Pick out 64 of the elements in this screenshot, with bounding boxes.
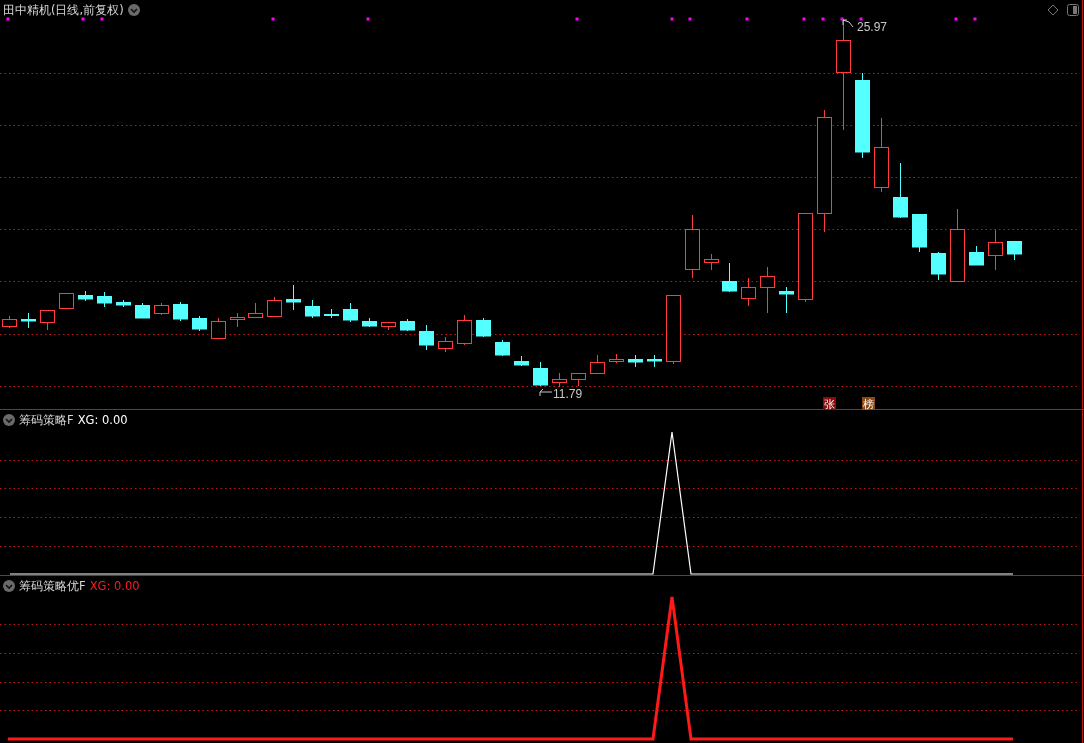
candlestick: [495, 339, 510, 357]
candlestick: [154, 302, 169, 316]
candlestick: [324, 308, 339, 319]
candlestick: [173, 301, 188, 322]
candlestick: [135, 302, 150, 319]
candlestick: [419, 324, 434, 351]
high-price-label: 25.97: [857, 20, 888, 34]
candlestick: [514, 355, 529, 367]
candlestick: [230, 312, 245, 328]
candlestick: [666, 294, 681, 365]
candlestick: [286, 284, 301, 311]
candlestick: [438, 336, 453, 353]
candlestick: [552, 372, 567, 388]
candlestick: [97, 291, 112, 308]
candlestick: [248, 302, 263, 319]
leader-line: [842, 19, 854, 28]
candlestick: [533, 361, 548, 387]
candlestick: [893, 162, 908, 219]
candlestick: [343, 302, 358, 323]
candlestick: [912, 213, 927, 253]
candlestick: [21, 312, 36, 329]
candlestick: [476, 317, 491, 338]
candlestick: [305, 299, 320, 319]
low-price-label: 11.79: [553, 387, 583, 401]
chart-title: 田中精机(日线,前复权): [3, 3, 124, 17]
collapse-icon[interactable]: [3, 414, 15, 426]
candlestick: [400, 318, 415, 332]
candlestick: [685, 214, 700, 279]
candlestick: [647, 354, 662, 368]
candlestick: [722, 262, 737, 293]
candlestick: [40, 309, 55, 331]
marker-tag: 榜: [862, 397, 875, 410]
candlestick: [192, 315, 207, 332]
candlestick: [704, 253, 719, 271]
indicator-reading: XG: 0.00: [77, 413, 128, 427]
panel-toggle-icon[interactable]: [1067, 4, 1079, 16]
candlestick: [741, 277, 756, 307]
candlestick: [59, 292, 74, 309]
candlestick: [988, 229, 1003, 271]
leader-line: [539, 388, 553, 397]
candlestick: [590, 354, 605, 375]
candlestick: [457, 314, 472, 346]
candlestick: [779, 286, 794, 314]
candlestick: [931, 251, 946, 281]
candlestick: [267, 296, 282, 318]
candlestick: [362, 317, 377, 328]
candlestick: [1007, 240, 1022, 261]
indicator-reading: XG: 0.00: [89, 579, 140, 593]
diamond-icon[interactable]: [1047, 4, 1059, 16]
collapse-icon[interactable]: [3, 580, 15, 592]
candlestick: [571, 372, 586, 387]
indicator-name: 筹码策略优F: [19, 579, 86, 593]
marker-tag: 张: [823, 397, 836, 410]
candlestick: [609, 353, 624, 364]
candlestick: [78, 290, 93, 302]
candlestick: [2, 315, 17, 329]
candlestick: [969, 245, 984, 266]
candlestick: [211, 317, 226, 339]
candlestick: [381, 321, 396, 331]
candlestick: [116, 299, 131, 308]
candlestick: [628, 354, 643, 368]
collapse-icon[interactable]: [127, 4, 140, 16]
candlestick: [760, 266, 775, 314]
indicator-name: 筹码策略F: [19, 413, 74, 427]
